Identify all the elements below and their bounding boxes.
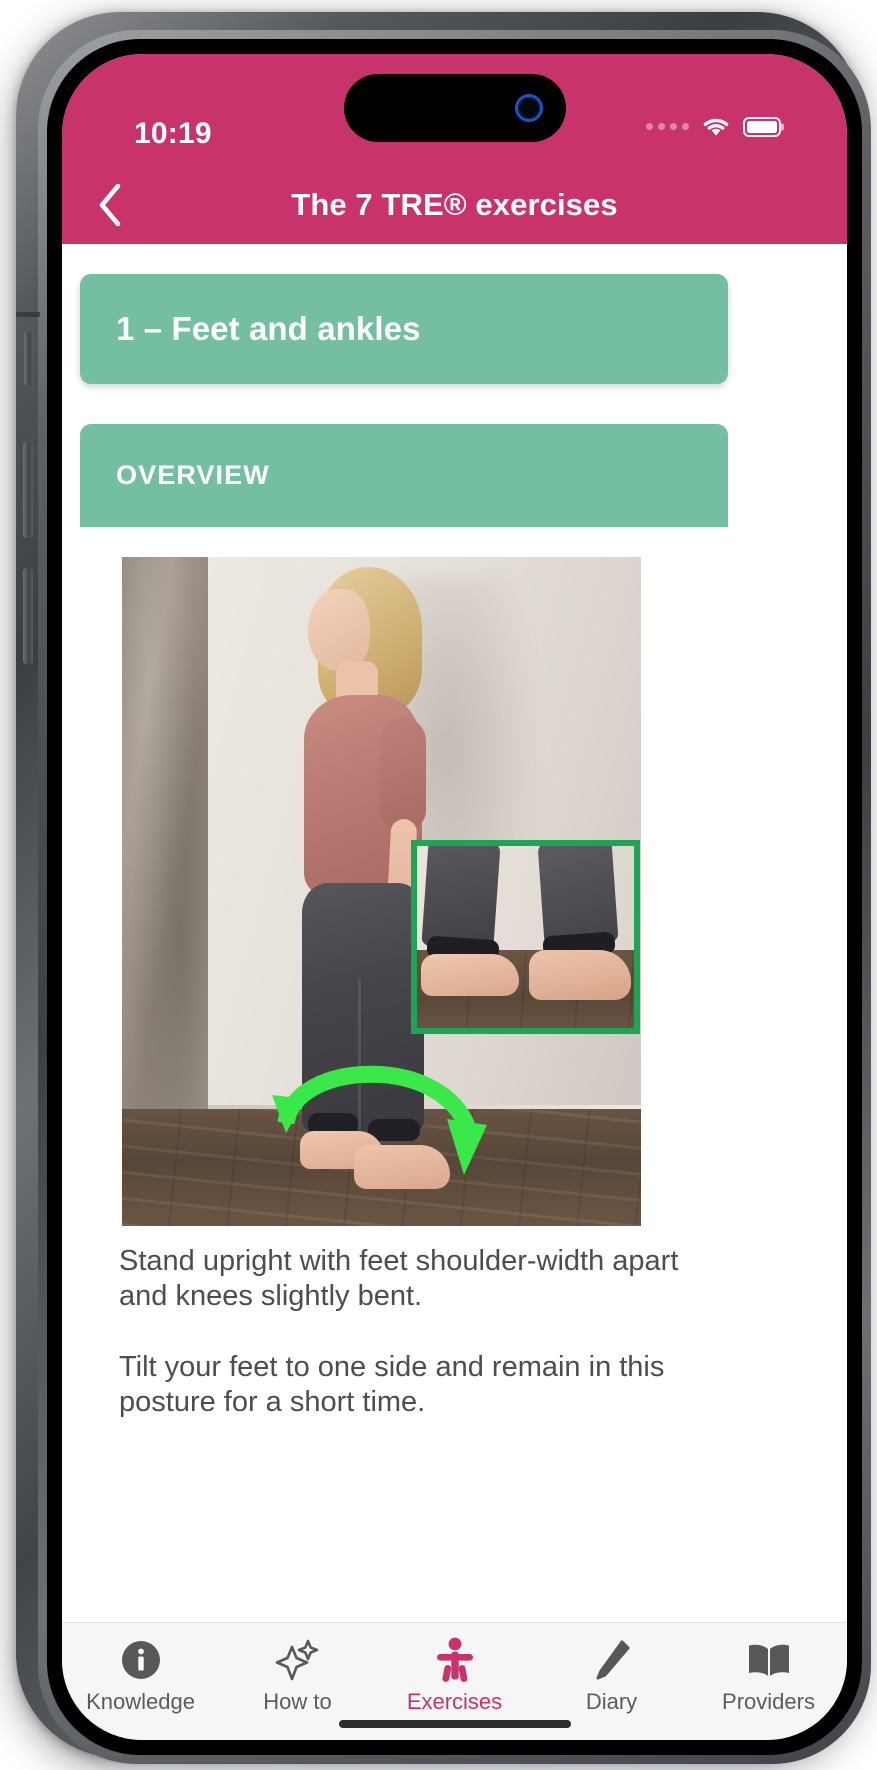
person-jeans xyxy=(302,883,424,1133)
person-foot xyxy=(354,1145,450,1189)
screenshot-stage: 10:19 The 7 TRE® exercises 1 – Feet and … xyxy=(0,0,877,1770)
tab-label-providers: Providers xyxy=(722,1689,815,1714)
instruction-paragraph-1: Stand upright with feet shoulder-width a… xyxy=(119,1245,679,1313)
front-camera-icon xyxy=(517,97,540,119)
info-circle-icon xyxy=(120,1637,162,1683)
callout-leg xyxy=(537,846,619,947)
sparkles-icon xyxy=(275,1637,321,1683)
status-bar-indicators xyxy=(646,116,781,137)
overview-section-header[interactable]: OVERVIEW xyxy=(80,424,728,527)
tab-label-knowledge: Knowledge xyxy=(86,1689,195,1714)
callout-foot xyxy=(529,950,631,1000)
volume-up-button[interactable] xyxy=(23,442,33,538)
dynamic-island xyxy=(343,74,566,142)
antenna-line xyxy=(16,312,40,317)
page-title: The 7 TRE® exercises xyxy=(291,187,618,222)
pen-icon xyxy=(591,1637,633,1683)
status-bar-time: 10:19 xyxy=(134,117,212,150)
overview-label: OVERVIEW xyxy=(116,460,270,490)
book-open-icon xyxy=(745,1637,793,1683)
navigation-bar: The 7 TRE® exercises xyxy=(62,166,847,244)
person-sleeve xyxy=(380,717,426,829)
exercise-title: 1 – Feet and ankles xyxy=(116,310,421,347)
home-indicator[interactable] xyxy=(338,1720,571,1728)
status-bar: 10:19 xyxy=(62,54,847,166)
content-area: 1 – Feet and ankles OVERVIEW Stand uprig… xyxy=(62,244,847,1644)
battery-full-icon xyxy=(743,116,781,137)
tab-label-diary: Diary xyxy=(585,1689,638,1714)
exercise-title-card[interactable]: 1 – Feet and ankles xyxy=(80,274,728,384)
instruction-paragraph-2: Tilt your feet to one side and remain in… xyxy=(119,1351,665,1419)
feet-callout-box xyxy=(411,840,640,1034)
phone-screen: 10:19 The 7 TRE® exercises 1 – Feet and … xyxy=(62,54,847,1740)
tab-label-how-to: How to xyxy=(263,1689,332,1714)
person-exercise-icon xyxy=(433,1637,477,1683)
tab-knowledge[interactable]: Knowledge xyxy=(62,1623,219,1740)
callout-leg xyxy=(421,846,501,951)
wifi-icon xyxy=(703,118,729,136)
tab-providers[interactable]: Providers xyxy=(690,1623,847,1740)
exercise-photo xyxy=(122,557,641,1226)
cellular-dots-icon xyxy=(646,123,689,130)
volume-down-button[interactable] xyxy=(23,568,33,664)
person-face xyxy=(308,589,370,671)
tab-label-exercises: Exercises xyxy=(406,1689,503,1714)
phone-frame: 10:19 The 7 TRE® exercises 1 – Feet and … xyxy=(16,12,871,1764)
callout-foot xyxy=(421,954,519,996)
silent-switch[interactable] xyxy=(24,332,33,386)
app-header: 10:19 The 7 TRE® exercises xyxy=(62,54,847,244)
